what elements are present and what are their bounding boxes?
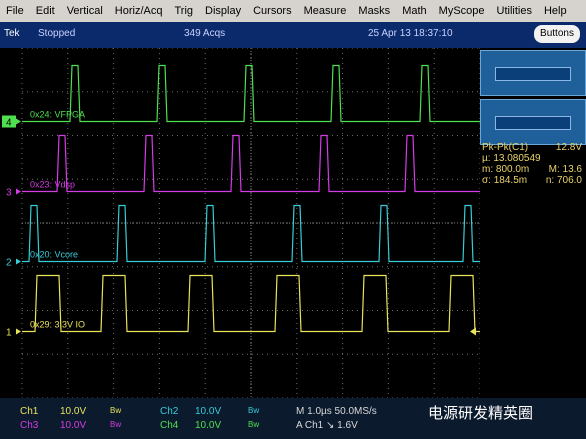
channel-label-2: 0x20: Vcore bbox=[30, 250, 78, 260]
meas-m-value: 800.0m bbox=[495, 164, 530, 175]
buttons-button[interactable]: Buttons bbox=[534, 25, 580, 43]
menu-bar: File Edit Vertical Horiz/Acq Trig Display Curs… bbox=[0, 0, 586, 22]
menu-item-display[interactable]: Display bbox=[199, 5, 247, 17]
ch3-label: Ch3 bbox=[20, 420, 39, 431]
ch4-label: Ch4 bbox=[160, 420, 179, 431]
menu-item-math[interactable]: Math bbox=[396, 5, 432, 17]
meas-sigma-label: σ: bbox=[482, 175, 491, 186]
menu-item-file[interactable]: File bbox=[0, 5, 30, 17]
meas-M-label: M: bbox=[548, 164, 560, 175]
readout-box-2[interactable] bbox=[480, 99, 586, 145]
channel-marker-4[interactable]: 4 bbox=[2, 115, 21, 129]
meas-m-label: m: bbox=[482, 164, 494, 175]
channel-marker-label: 4 bbox=[6, 118, 12, 129]
menu-item-utilities[interactable]: Utilities bbox=[491, 5, 538, 17]
datetime: 25 Apr 13 18:37:10 bbox=[368, 28, 453, 39]
ch2-scale[interactable]: 10.0V bbox=[195, 406, 221, 417]
menu-item-vertical[interactable]: Vertical bbox=[61, 5, 109, 17]
meas-n-value: 706.0 bbox=[556, 175, 582, 186]
meas-title: Pk-Pk(C1) bbox=[482, 142, 529, 153]
acq-count: 349 Acqs bbox=[184, 28, 226, 39]
brand-label: Tek bbox=[4, 28, 20, 39]
ch2-label: Ch2 bbox=[160, 406, 179, 417]
meas-mu-label: µ: bbox=[482, 153, 491, 164]
waveform-display: 4 0x24: VFPGA 3 0x23: Vdsp 2 0x20: Vcore 1 0x29… bbox=[2, 47, 481, 399]
channel-marker-label: 1 bbox=[6, 328, 12, 339]
meas-sigma-value: 184.5m bbox=[493, 175, 528, 186]
ch2-bw: Bw bbox=[248, 406, 260, 415]
menu-item-cursors[interactable]: Cursors bbox=[247, 5, 298, 17]
ch1-bw: Bw bbox=[110, 406, 122, 415]
ch3-bw: Bw bbox=[110, 420, 122, 429]
channel-label-3: 0x23: Vdsp bbox=[30, 180, 75, 190]
trigger-setting[interactable]: A Ch1 ↘ 1.6V bbox=[296, 420, 358, 431]
timebase[interactable]: M 1.0µs 50.0MS/s bbox=[296, 406, 377, 417]
ch3-scale[interactable]: 10.0V bbox=[60, 420, 86, 431]
meas-title-value: 12.8V bbox=[555, 142, 582, 153]
readout-box-2-field[interactable] bbox=[495, 116, 571, 130]
menu-item-trig[interactable]: Trig bbox=[168, 5, 199, 17]
scope-screen: 4 0x24: VFPGA 3 0x23: Vdsp 2 0x20: Vcore 1 0x29… bbox=[0, 47, 481, 399]
meas-M-value: 13.6 bbox=[562, 164, 582, 175]
bottom-bar: Ch1 10.0V Bw Ch2 10.0V Bw Ch3 10.0V Bw C… bbox=[0, 398, 586, 439]
menu-item-measure[interactable]: Measure bbox=[298, 5, 353, 17]
channel-marker-1[interactable]: 1 bbox=[2, 326, 21, 339]
ch4-scale[interactable]: 10.0V bbox=[195, 420, 221, 431]
measurement-panel: Pk-Pk(C1) 12.8V µ: 13.080549 m: 800.0m M: … bbox=[480, 142, 586, 186]
readout-box-1-field[interactable] bbox=[495, 67, 571, 81]
right-panel bbox=[480, 48, 586, 398]
readout-box-1[interactable] bbox=[480, 50, 586, 96]
menu-item-horiz-acq[interactable]: Horiz/Acq bbox=[109, 5, 169, 17]
ch1-scale[interactable]: 10.0V bbox=[60, 406, 86, 417]
status-bar: Tek Stopped 349 Acqs 25 Apr 13 18:37:10 … bbox=[0, 22, 586, 48]
menu-item-edit[interactable]: Edit bbox=[30, 5, 61, 17]
meas-n-label: n: bbox=[545, 175, 555, 186]
menu-item-masks[interactable]: Masks bbox=[352, 5, 396, 17]
menu-item-help[interactable]: Help bbox=[538, 5, 573, 17]
menu-item-myscope[interactable]: MyScope bbox=[433, 5, 491, 17]
meas-mu-value: 13.080549 bbox=[493, 153, 541, 164]
trigger-level-icon[interactable] bbox=[470, 327, 476, 336]
channel-marker-label: 3 bbox=[6, 188, 12, 199]
ch4-bw: Bw bbox=[248, 420, 260, 429]
channel-label-1: 0x29: 3.3V IO bbox=[30, 320, 85, 330]
channel-marker-3[interactable]: 3 bbox=[2, 186, 21, 199]
acq-state: Stopped bbox=[38, 28, 76, 39]
channel-label-4: 0x24: VFPGA bbox=[30, 110, 85, 120]
channel-marker-label: 2 bbox=[6, 258, 12, 269]
watermark-text: 电源研发精英圈 bbox=[428, 405, 534, 422]
ch1-label: Ch1 bbox=[20, 406, 39, 417]
channel-marker-2[interactable]: 2 bbox=[2, 256, 21, 269]
